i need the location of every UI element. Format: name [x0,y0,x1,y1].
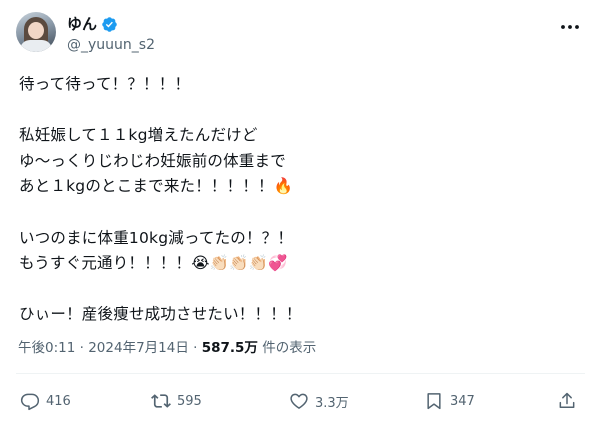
like-icon [290,393,308,409]
tweet-meta: 午後0:11 · 2024年7月14日 · 587.5万 件の表示 [18,338,316,358]
bookmark-icon [427,393,441,410]
action-bar: 416 595 3.3万 347 [16,383,585,419]
name-row: ゆん [67,14,118,34]
tweet-time[interactable]: 午後0:11 [18,340,75,356]
reply-icon [20,393,40,411]
tweet-card: ゆん @_yuuun_s2 待って待って！？！！！ 私妊娠して１１kg増えたんだ… [0,0,601,425]
avatar[interactable] [16,12,56,52]
like-count: 3.3万 [315,395,349,411]
repost-button[interactable]: 595 [151,383,202,419]
tweet-text: 待って待って！？！！！ 私妊娠して１１kg増えたんだけど ゆ〜っくりじわじわ妊娠… [19,75,302,324]
verified-badge-icon [102,16,117,32]
views-label: 件の表示 [262,340,317,356]
views-count: 587.5万 [201,340,258,356]
reply-button[interactable]: 416 [20,383,71,419]
divider [16,373,585,374]
meta-separator-2: · [193,340,198,356]
share-button[interactable] [557,383,577,419]
bookmark-count: 347 [450,393,475,409]
reply-count: 416 [46,393,71,409]
repost-icon [151,394,171,408]
user-handle[interactable]: @_yuuun_s2 [67,36,155,54]
like-button[interactable]: 3.3万 [289,383,349,419]
more-icon[interactable] [557,16,583,38]
avatar-face [28,22,44,39]
display-name[interactable]: ゆん [67,14,97,34]
tweet-header: ゆん @_yuuun_s2 [16,12,587,60]
avatar-shirt [20,40,52,52]
share-icon [559,392,575,408]
repost-count: 595 [177,393,202,409]
meta-separator: · [79,340,84,356]
bookmark-button[interactable]: 347 [424,383,475,419]
tweet-date[interactable]: 2024年7月14日 [88,340,189,356]
